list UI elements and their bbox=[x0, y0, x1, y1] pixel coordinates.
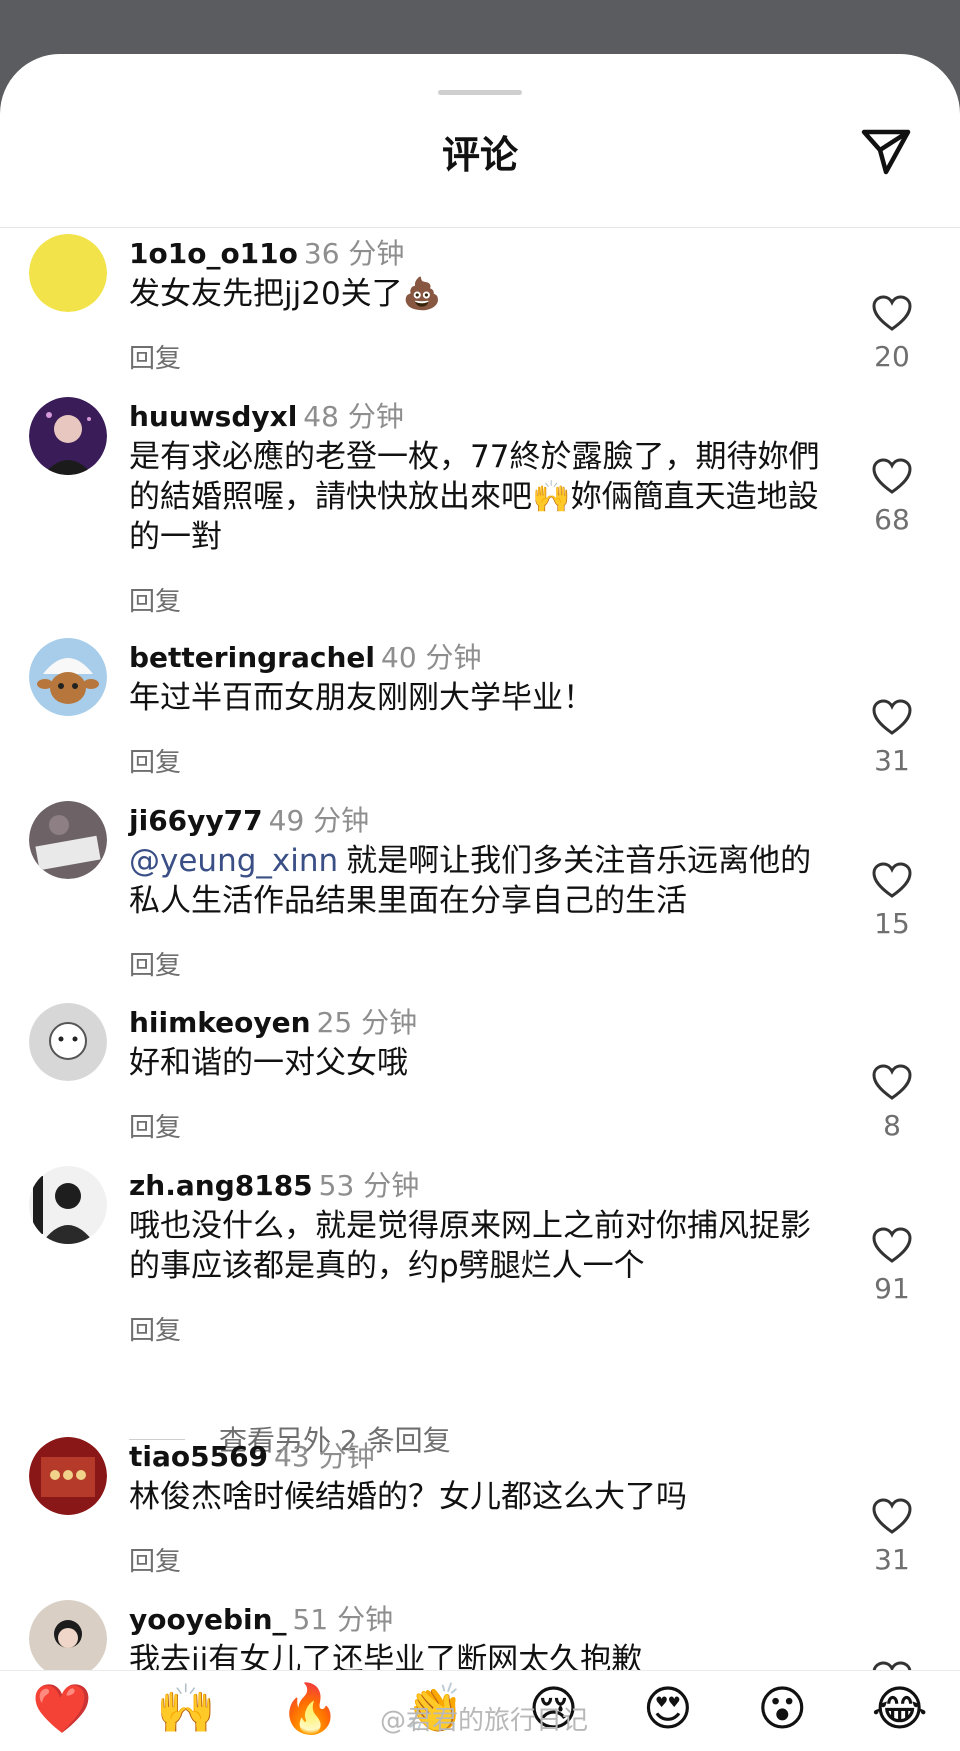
avatar[interactable] bbox=[29, 801, 107, 879]
comment-header: zh.ang8185 53 分钟 bbox=[129, 1166, 419, 1206]
comment-text: @yeung_xinn 就是啊让我们多关注音乐远离他的私人生活作品结果里面在分享自… bbox=[129, 841, 829, 921]
like-button[interactable]: 15 bbox=[864, 861, 920, 940]
comment-text: 林俊杰啥时候结婚的？女儿都这么大了吗 bbox=[129, 1479, 687, 1515]
like-count: 20 bbox=[874, 340, 910, 373]
comment-header: betteringrachel 40 分钟 bbox=[129, 638, 482, 678]
header-divider bbox=[0, 227, 960, 228]
send-icon[interactable] bbox=[856, 120, 916, 180]
reply-button[interactable]: 回复 bbox=[129, 1541, 181, 1578]
timestamp: 43 分钟 bbox=[274, 1440, 375, 1473]
reply-button[interactable]: 回复 bbox=[129, 581, 181, 618]
avatar[interactable] bbox=[29, 234, 107, 312]
reply-button[interactable]: 回复 bbox=[129, 945, 181, 982]
like-button[interactable]: 31 bbox=[864, 1497, 920, 1576]
username[interactable]: ji66yy77 bbox=[129, 804, 263, 837]
like-button[interactable]: 31 bbox=[864, 698, 920, 777]
avatar[interactable] bbox=[29, 1437, 107, 1515]
emoji-fire[interactable]: 🔥 bbox=[280, 1679, 340, 1739]
comments-sheet: 评论 1o1o_o11o 36 分钟 发女友先把jj20关了💩 回复 20 huu… bbox=[0, 54, 960, 1742]
comment-header: ji66yy77 49 分钟 bbox=[129, 801, 369, 841]
timestamp: 53 分钟 bbox=[318, 1169, 420, 1202]
heart-icon bbox=[872, 1064, 912, 1100]
comment-text: 是有求必應的老登一枚，77終於露臉了，期待妳們的結婚照喔，請快快放出來吧🙌妳倆簡… bbox=[129, 439, 820, 555]
timestamp: 48 分钟 bbox=[303, 400, 404, 433]
heart-icon bbox=[872, 699, 912, 735]
heart-icon bbox=[872, 862, 912, 898]
avatar[interactable] bbox=[29, 397, 107, 475]
mention-link[interactable]: @yeung_xinn bbox=[129, 843, 338, 879]
username[interactable]: zh.ang8185 bbox=[129, 1169, 313, 1202]
timestamp: 51 分钟 bbox=[292, 1603, 394, 1636]
timestamp: 49 分钟 bbox=[268, 804, 370, 837]
reply-button[interactable]: 回复 bbox=[129, 338, 181, 375]
like-button[interactable]: 20 bbox=[864, 294, 920, 373]
username[interactable]: yooyebin_ bbox=[129, 1603, 287, 1636]
avatar[interactable] bbox=[29, 638, 107, 716]
heart-icon bbox=[872, 295, 912, 331]
drag-handle[interactable] bbox=[438, 90, 522, 95]
timestamp: 40 分钟 bbox=[381, 641, 482, 674]
reply-button[interactable]: 回复 bbox=[129, 1310, 181, 1347]
comment-text: 哦也没什么，就是觉得原来网上之前对你捕风捉影的事应该都是真的，约p劈腿烂人一个 bbox=[129, 1208, 811, 1284]
heart-icon bbox=[872, 1498, 912, 1534]
comment-header: yooyebin_ 51 分钟 bbox=[129, 1600, 393, 1640]
emoji-raising-hands[interactable]: 🙌 bbox=[156, 1679, 216, 1739]
comment-text: 年过半百而女朋友刚刚大学毕业！ bbox=[129, 680, 594, 716]
timestamp: 36 分钟 bbox=[303, 237, 405, 270]
like-count: 91 bbox=[874, 1272, 910, 1305]
like-button[interactable]: 68 bbox=[864, 457, 920, 536]
comment-header: tiao5569 43 分钟 bbox=[129, 1437, 375, 1477]
username[interactable]: huuwsdyxl bbox=[129, 400, 297, 433]
comment-header: huuwsdyxl 48 分钟 bbox=[129, 397, 404, 437]
username[interactable]: betteringrachel bbox=[129, 641, 375, 674]
username[interactable]: 1o1o_o11o bbox=[129, 237, 298, 270]
comment-header: hiimkeoyen 25 分钟 bbox=[129, 1003, 417, 1043]
username[interactable]: hiimkeoyen bbox=[129, 1006, 311, 1039]
reply-button[interactable]: 回复 bbox=[129, 742, 181, 779]
comment-text: 发女友先把jj20关了💩 bbox=[129, 276, 442, 312]
reply-button[interactable]: 回复 bbox=[129, 1107, 181, 1144]
emoji-surprised[interactable]: 😮 bbox=[757, 1679, 807, 1739]
like-count: 15 bbox=[874, 907, 910, 940]
like-count: 8 bbox=[883, 1109, 901, 1142]
like-count: 31 bbox=[874, 744, 910, 777]
like-count: 31 bbox=[874, 1543, 910, 1576]
watermark: @君君的旅行日记 bbox=[380, 1706, 589, 1736]
emoji-heart-eyes[interactable]: 😍 bbox=[643, 1679, 693, 1739]
comment-header: 1o1o_o11o 36 分钟 bbox=[129, 234, 404, 274]
heart-icon bbox=[872, 458, 912, 494]
timestamp: 25 分钟 bbox=[316, 1006, 418, 1039]
emoji-laughing[interactable]: 😂 bbox=[872, 1679, 928, 1739]
page-title: 评论 bbox=[441, 133, 518, 177]
like-count: 68 bbox=[874, 503, 910, 536]
comment-text: 好和谐的一对父女哦 bbox=[129, 1045, 408, 1081]
like-button[interactable]: 91 bbox=[864, 1226, 920, 1305]
username[interactable]: tiao5569 bbox=[129, 1440, 268, 1473]
avatar[interactable] bbox=[29, 1003, 107, 1081]
avatar[interactable] bbox=[29, 1166, 107, 1244]
emoji-heart[interactable]: ❤️ bbox=[32, 1679, 92, 1739]
like-button[interactable]: 8 bbox=[864, 1063, 920, 1142]
avatar[interactable] bbox=[29, 1600, 107, 1678]
heart-icon bbox=[872, 1227, 912, 1263]
